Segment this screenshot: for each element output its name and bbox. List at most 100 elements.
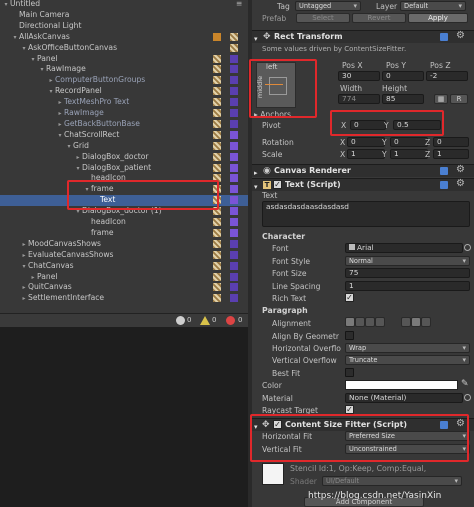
- settings-gear-icon[interactable]: ⚙: [456, 418, 465, 430]
- hierarchy-item[interactable]: ▾ Panel: [0, 54, 248, 65]
- foldout-arrow-icon[interactable]: ▾: [254, 421, 258, 433]
- pivot-x-field[interactable]: 0: [350, 120, 386, 130]
- rotation-z-field[interactable]: 0: [433, 137, 469, 147]
- align-right-button[interactable]: [365, 317, 375, 327]
- collapse-arrow-icon[interactable]: ▸: [20, 294, 28, 305]
- scale-y-field[interactable]: 1: [390, 149, 428, 159]
- rect-transform-header[interactable]: ▾ ✥ Rect Transform ⚙: [252, 30, 474, 43]
- hierarchy-item[interactable]: ▾ DialogBox_patient: [0, 163, 248, 174]
- align-middle-button[interactable]: [411, 317, 421, 327]
- hierarchy-item[interactable]: ▸ ComputerButtonGroups: [0, 75, 248, 86]
- settings-gear-icon[interactable]: ⚙: [456, 178, 465, 190]
- hierarchy-item[interactable]: ▸ DialogBox_doctor: [0, 152, 248, 163]
- pos-y-field[interactable]: 0: [382, 71, 424, 81]
- help-icon[interactable]: [440, 167, 448, 175]
- prefab-checker-icon: [213, 218, 221, 226]
- hierarchy-item[interactable]: ▸ MoodCanvasShows: [0, 239, 248, 250]
- hierarchy-item[interactable]: Main Camera: [0, 10, 248, 21]
- hierarchy-item[interactable]: ▸ GetBackButtonBase: [0, 119, 248, 130]
- scene-menu-icon[interactable]: ≡: [236, 0, 242, 10]
- material-field[interactable]: None (Material): [345, 393, 463, 403]
- hierarchy-item[interactable]: headIcon: [0, 173, 248, 184]
- hierarchy-item[interactable]: Directional Light: [0, 21, 248, 32]
- width-field[interactable]: 774: [338, 94, 380, 104]
- align-bottom-button[interactable]: [421, 317, 431, 327]
- warning-icon[interactable]: [200, 316, 210, 325]
- hierarchy-item[interactable]: ▾ DialogBox_doctor (1): [0, 206, 248, 217]
- align-left-button[interactable]: [345, 317, 355, 327]
- layer-dropdown[interactable]: Default: [400, 1, 466, 11]
- canvas-component-icon: [230, 98, 238, 107]
- scale-z-field[interactable]: 1: [433, 149, 469, 159]
- best-fit-checkbox[interactable]: [345, 368, 354, 377]
- blueprint-mode-button[interactable]: ▦: [434, 94, 448, 104]
- font-style-dropdown[interactable]: Normal: [345, 256, 470, 266]
- help-icon[interactable]: [440, 181, 448, 189]
- prefab-select-button[interactable]: Select: [296, 13, 350, 23]
- canvas-renderer-header[interactable]: ▸ ◉ Canvas Renderer ⚙: [252, 164, 474, 177]
- hierarchy-item[interactable]: ▾ RecordPanel: [0, 86, 248, 97]
- hierarchy-item[interactable]: ▸ SettlementInterface: [0, 293, 248, 304]
- text-enabled-checkbox[interactable]: ✓: [273, 180, 282, 189]
- hierarchy-item[interactable]: ▾ Grid: [0, 141, 248, 152]
- hierarchy-item[interactable]: Text: [0, 195, 248, 207]
- hierarchy-item[interactable]: ▾ ChatScrollRect: [0, 130, 248, 141]
- hierarchy-item[interactable]: ▾ RawImage: [0, 64, 248, 75]
- pos-x-field[interactable]: 30: [338, 71, 380, 81]
- object-picker-icon[interactable]: [464, 244, 471, 251]
- foldout-arrow-icon[interactable]: ▾: [254, 33, 258, 45]
- raw-edit-button[interactable]: R: [450, 94, 468, 104]
- hierarchy-item[interactable]: ▸ QuitCanvas: [0, 282, 248, 293]
- hierarchy-item[interactable]: ▸ Panel: [0, 272, 248, 283]
- text-script-header[interactable]: ▾ T ✓ Text (Script) ⚙: [252, 178, 474, 191]
- foldout-arrow-icon[interactable]: ▾: [254, 181, 258, 193]
- hierarchy-item[interactable]: ▸ EvaluateCanvasShows: [0, 250, 248, 261]
- anchor-preset-button[interactable]: left middle: [256, 62, 296, 108]
- align-top-button[interactable]: [401, 317, 411, 327]
- font-size-field[interactable]: 75: [345, 268, 470, 278]
- hierarchy-item[interactable]: frame: [0, 228, 248, 239]
- align-center-button[interactable]: [355, 317, 365, 327]
- prefab-revert-button[interactable]: Revert: [352, 13, 406, 23]
- vertical-overflow-dropdown[interactable]: Truncate: [345, 355, 470, 365]
- tag-dropdown[interactable]: Untagged: [295, 1, 361, 11]
- hierarchy-item[interactable]: ▾ AllAskCanvas: [0, 32, 248, 43]
- horizontal-fit-dropdown[interactable]: Preferred Size: [345, 431, 470, 441]
- rotation-x-field[interactable]: 0: [347, 137, 385, 147]
- vertical-fit-dropdown[interactable]: Unconstrained: [345, 444, 470, 454]
- rotation-y-field[interactable]: 0: [390, 137, 428, 147]
- help-icon[interactable]: [440, 421, 448, 429]
- font-field[interactable]: Arial: [345, 243, 463, 253]
- text-area[interactable]: asdasdasdaasdasdasd: [262, 201, 470, 227]
- height-field[interactable]: 85: [382, 94, 424, 104]
- hierarchy-item[interactable]: ▾ AskOfficeButtonCanvas: [0, 43, 248, 54]
- content-size-fitter-header[interactable]: ▾ ✥ ✓ Content Size Fitter (Script) ⚙: [252, 418, 474, 431]
- hierarchy-item[interactable]: headIcon: [0, 217, 248, 228]
- rich-text-checkbox[interactable]: ✓: [345, 293, 354, 302]
- hierarchy-item[interactable]: ▾ ChatCanvas: [0, 261, 248, 272]
- error-icon[interactable]: [226, 316, 235, 325]
- scale-x-field[interactable]: 1: [347, 149, 385, 159]
- info-icon[interactable]: [176, 316, 185, 325]
- hierarchy-item[interactable]: ▸ RawImage: [0, 108, 248, 119]
- eyedropper-icon[interactable]: ✎: [461, 379, 469, 389]
- pos-z-field[interactable]: -2: [426, 71, 468, 81]
- shader-dropdown[interactable]: UI/Default: [322, 476, 462, 486]
- fitter-enabled-checkbox[interactable]: ✓: [273, 420, 282, 429]
- object-picker-icon[interactable]: [464, 394, 471, 401]
- hierarchy-item[interactable]: ▾ Untitled ≡: [0, 0, 248, 10]
- color-swatch[interactable]: [345, 380, 458, 390]
- hierarchy-item[interactable]: ▾ frame: [0, 184, 248, 195]
- anchors-foldout[interactable]: ▸ Anchors: [254, 110, 291, 119]
- align-geometry-checkbox[interactable]: [345, 331, 354, 340]
- prefab-apply-button[interactable]: Apply: [408, 13, 468, 23]
- help-icon[interactable]: [440, 33, 448, 41]
- raycast-target-checkbox[interactable]: ✓: [345, 405, 354, 414]
- pivot-y-field[interactable]: 0.5: [393, 120, 441, 130]
- hierarchy-item[interactable]: ▸ TextMeshPro Text: [0, 97, 248, 108]
- align-justify-button[interactable]: [375, 317, 385, 327]
- settings-gear-icon[interactable]: ⚙: [456, 30, 465, 42]
- horizontal-overflow-dropdown[interactable]: Wrap: [345, 343, 470, 353]
- settings-gear-icon[interactable]: ⚙: [456, 164, 465, 176]
- line-spacing-field[interactable]: 1: [345, 281, 470, 291]
